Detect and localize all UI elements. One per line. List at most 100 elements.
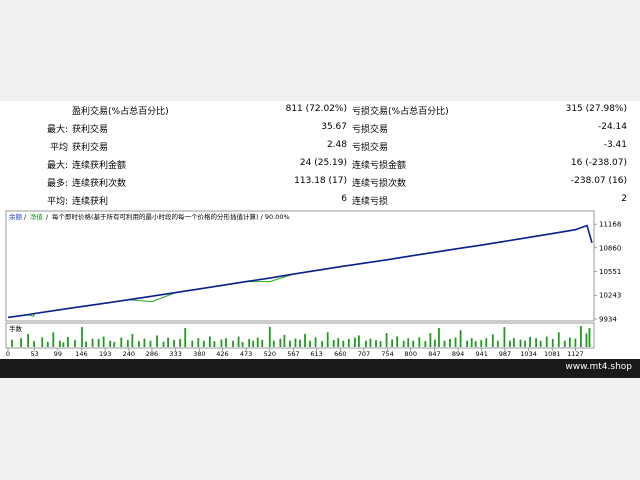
x-tick-label: 99 [54, 350, 62, 358]
volume-bar [459, 330, 462, 347]
watermark-text: www.mt4.shop [565, 362, 632, 372]
volume-bar [375, 340, 377, 347]
row-label-profit: 连续获利金额 [72, 161, 127, 171]
volume-bar [443, 340, 446, 347]
volume-bar [102, 336, 105, 347]
row-prefix: 最大: [46, 125, 68, 135]
volume-bar [424, 341, 427, 347]
volume-bar [449, 339, 451, 347]
volume-bar [268, 326, 271, 347]
volume-bar [289, 340, 291, 347]
stats-row: 平均 获利交易 2.48 亏损交易 -3.41 [0, 140, 640, 158]
row-label-profit: 获利交易 [72, 143, 109, 153]
volume-bar [179, 339, 182, 347]
volume-bar [412, 340, 415, 347]
row-label-profit: 盈利交易(%占总百分比) [72, 107, 169, 117]
x-tick-label: 520 [264, 350, 276, 358]
volume-bar [491, 334, 494, 347]
volume-bar [184, 328, 187, 347]
volume-bar [314, 337, 317, 347]
x-tick-label: 1081 [544, 350, 561, 358]
volume-bar [485, 338, 488, 347]
volume-bar [309, 340, 311, 347]
volume-bar [137, 341, 140, 347]
chart-canvas: 余额 / 净值 / 每个即时价格(基于所有可利用的最小时段的每一个价格的分形插值… [5, 210, 621, 358]
x-tick-label: 0 [6, 350, 10, 358]
volume-bar [496, 340, 499, 347]
volume-bar [131, 333, 134, 347]
volume-bar [27, 333, 30, 347]
volume-bar [438, 328, 440, 347]
row-label-profit: 获利交易 [72, 125, 109, 135]
volume-bar [232, 340, 234, 347]
stats-row: 最大: 获利交易 35.67 亏损交易 -24.14 [0, 122, 640, 140]
x-tick-label: 800 [405, 350, 417, 358]
volume-bar [358, 335, 360, 347]
volume-bar [454, 337, 457, 347]
volume-bar [568, 337, 571, 347]
x-tick-label: 1034 [520, 350, 537, 358]
volume-bar [97, 339, 100, 347]
volume-bar [149, 340, 152, 347]
row-label-loss: 亏损交易 [352, 143, 389, 153]
footer-bar: www.mt4.shop [0, 359, 640, 378]
row-value-profit: 113.18 (17) [294, 176, 347, 186]
volume-bar [379, 341, 382, 347]
volume-bar [434, 339, 436, 347]
volume-bar [62, 342, 65, 347]
volume-bar [279, 338, 282, 347]
volume-bar [252, 340, 255, 347]
row-label-loss: 连续亏损金额 [352, 161, 407, 171]
volume-bar [52, 332, 55, 347]
volume-label: 手数 [9, 324, 23, 333]
row-prefix: 平均: [46, 197, 68, 207]
row-label-loss: 亏损交易 [352, 125, 389, 135]
row-value-profit: 35.67 [321, 122, 347, 132]
volume-bar [418, 337, 421, 347]
volume-bar [353, 337, 356, 347]
y-tick-label: 10243 [599, 292, 621, 300]
x-tick-label: 380 [193, 350, 205, 358]
volume-bar [167, 337, 169, 347]
row-label-profit: 连续获利 [72, 197, 109, 207]
volume-bar [321, 341, 324, 347]
volume-bar [466, 340, 469, 347]
row-prefix: 最多: [46, 179, 68, 189]
volume-bar [480, 340, 483, 347]
volume-bar [81, 327, 83, 347]
x-tick-label: 847 [428, 350, 440, 358]
volume-bar [545, 336, 548, 347]
volume-bar [563, 340, 566, 347]
volume-bar [173, 339, 176, 347]
x-tick-label: 426 [216, 350, 228, 358]
row-value-profit: 6 [341, 194, 347, 204]
row-label-loss: 连续亏损 [352, 197, 389, 207]
x-tick-label: 193 [99, 350, 111, 358]
volume-bar [261, 339, 264, 347]
x-tick-label: 941 [476, 350, 488, 358]
x-tick-label: 473 [240, 350, 252, 358]
volume-bar [85, 341, 87, 347]
volume-bar [513, 338, 515, 347]
x-tick-label: 707 [358, 350, 370, 358]
volume-bar [337, 338, 340, 347]
x-tick-label: 333 [169, 350, 181, 358]
volume-bar [539, 340, 542, 347]
row-prefix: 平均 [49, 143, 68, 153]
volume-bar [524, 340, 526, 347]
volume-bar [557, 332, 560, 347]
volume-bar [20, 338, 22, 347]
volume-bar [191, 340, 194, 347]
x-tick-label: 240 [123, 350, 135, 358]
volume-bar [402, 340, 405, 347]
balance-chart: 余额 / 净值 / 每个即时价格(基于所有可利用的最小时段的每一个价格的分形插值… [0, 208, 640, 358]
volume-bar [162, 341, 165, 347]
volume-bar [474, 341, 477, 347]
volume-bar [11, 339, 13, 347]
volume-bar [396, 336, 399, 347]
volume-bar [120, 337, 123, 347]
volume-bar [470, 338, 473, 347]
volume-bar [294, 338, 297, 347]
legend-balance: 余额 [9, 212, 23, 221]
volume-bar [407, 338, 410, 347]
